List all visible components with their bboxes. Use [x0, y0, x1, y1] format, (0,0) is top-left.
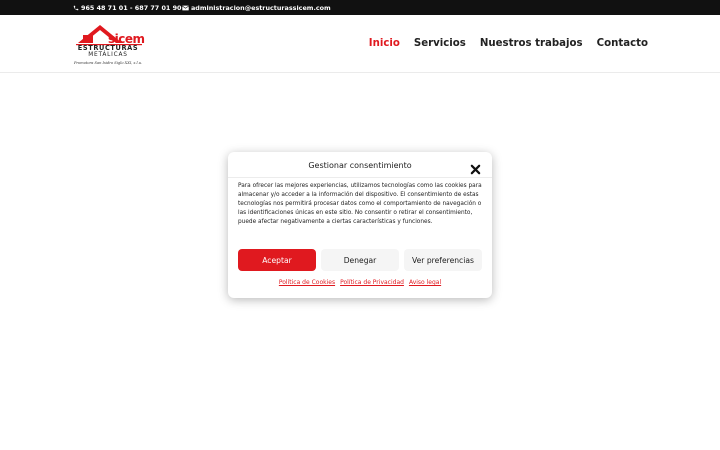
top-bar-phone[interactable]: 965 48 71 01 - 687 77 01 90	[73, 0, 182, 15]
legal-notice-link[interactable]: Aviso legal	[409, 279, 441, 286]
logo-line1: ESTRUCTURAS	[77, 44, 139, 52]
cookie-consent-dialog: Gestionar consentimiento Para ofrecer la…	[228, 152, 492, 298]
top-bar-email[interactable]: administracion@estructurassicem.com	[182, 0, 331, 15]
top-bar: 965 48 71 01 - 687 77 01 90 administraci…	[0, 0, 720, 15]
nav-item-servicios[interactable]: Servicios	[414, 38, 466, 49]
cookie-policy-link[interactable]: Política de Cookies	[279, 279, 335, 286]
dialog-title: Gestionar consentimiento	[308, 161, 412, 170]
deny-button[interactable]: Denegar	[321, 249, 399, 271]
phone-text: 965 48 71 01 - 687 77 01 90	[81, 3, 182, 12]
view-preferences-button[interactable]: Ver preferencias	[404, 249, 482, 271]
accept-button[interactable]: Aceptar	[238, 249, 316, 271]
site-logo[interactable]: sicem ESTRUCTURAS METÁLICAS Promotora Sa…	[74, 23, 146, 68]
main-nav: Inicio Servicios Nuestros trabajos Conta…	[369, 38, 648, 49]
site-header: sicem ESTRUCTURAS METÁLICAS Promotora Sa…	[0, 15, 720, 73]
dialog-divider	[228, 177, 492, 178]
phone-icon	[73, 5, 79, 11]
nav-item-inicio[interactable]: Inicio	[369, 38, 400, 49]
nav-item-nuestros-trabajos[interactable]: Nuestros trabajos	[480, 38, 583, 49]
privacy-policy-link[interactable]: Política de Privacidad	[340, 279, 404, 286]
dialog-body-text: Para ofrecer las mejores experiencias, u…	[238, 183, 482, 225]
logo-tagline: Promotora San Isidro Siglo XXI, s.l.u.	[74, 61, 143, 65]
email-text: administracion@estructurassicem.com	[191, 3, 331, 12]
nav-item-contacto[interactable]: Contacto	[597, 38, 648, 49]
close-icon[interactable]	[470, 160, 481, 175]
mail-icon	[182, 5, 189, 11]
dialog-links: Política de Cookies Política de Privacid…	[228, 279, 492, 286]
logo-line2: METÁLICAS	[88, 52, 128, 58]
